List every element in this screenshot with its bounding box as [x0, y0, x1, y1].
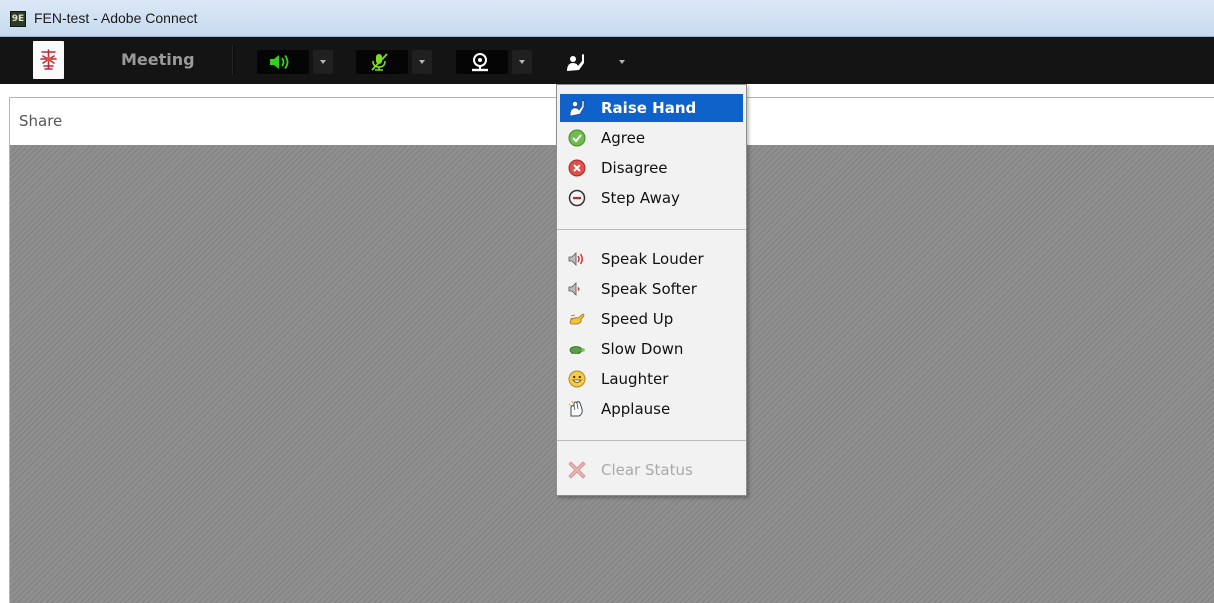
menu-item-label: Speak Softer	[601, 280, 697, 298]
menu-item-slow-down[interactable]: Slow Down	[560, 335, 743, 363]
raise-hand-icon	[567, 54, 584, 71]
rabbit-icon	[569, 313, 585, 325]
menu-item-speak-softer[interactable]: Speak Softer	[560, 275, 743, 303]
camera-button[interactable]	[456, 50, 508, 74]
microphone-muted-icon	[371, 53, 388, 71]
menu-item-label: Laughter	[601, 370, 669, 388]
menu-item-applause[interactable]: Applause	[560, 395, 743, 423]
turtle-icon	[569, 346, 585, 354]
microphone-button[interactable]	[356, 50, 408, 74]
menu-item-label: Speed Up	[601, 310, 674, 328]
menu-item-label: Raise Hand	[601, 99, 697, 117]
organization-logo	[33, 41, 64, 79]
menu-item-raise-hand[interactable]: Raise Hand	[560, 94, 743, 122]
menu-item-label: Clear Status	[601, 461, 693, 479]
speaker-control	[257, 50, 333, 74]
camera-dropdown-arrow[interactable]	[512, 50, 532, 74]
menu-item-agree[interactable]: Agree	[560, 124, 743, 152]
menu-item-label: Step Away	[601, 189, 680, 207]
status-button[interactable]	[556, 50, 608, 74]
menu-item-label: Disagree	[601, 159, 668, 177]
minus-circle-icon	[568, 189, 586, 207]
menu-item-disagree[interactable]: Disagree	[560, 154, 743, 182]
clear-x-icon	[568, 461, 586, 479]
menu-item-laughter[interactable]: Laughter	[560, 365, 743, 393]
smiley-icon	[568, 370, 586, 388]
speaker-soft-icon	[568, 282, 580, 296]
menu-separator	[557, 229, 746, 230]
menu-item-label: Speak Louder	[601, 250, 704, 268]
status-control	[556, 50, 632, 74]
share-pod-title: Share	[19, 112, 63, 130]
speaker-button[interactable]	[257, 50, 309, 74]
speaker-icon	[270, 54, 289, 70]
status-menu: Raise Hand Agree Disagree Step Away Spea…	[556, 84, 747, 496]
meeting-menu[interactable]: Meeting	[121, 50, 195, 69]
menu-item-speed-up[interactable]: Speed Up	[560, 305, 743, 333]
microphone-control	[356, 50, 432, 74]
window-title: FEN-test - Adobe Connect	[34, 10, 198, 26]
app-toolbar: Meeting	[0, 37, 1214, 84]
menu-item-speak-louder[interactable]: Speak Louder	[560, 245, 743, 273]
speaker-loud-icon	[568, 252, 583, 266]
menu-item-clear-status[interactable]: Clear Status	[560, 456, 743, 484]
check-circle-icon	[568, 129, 586, 147]
raise-hand-icon	[569, 100, 585, 117]
clapping-hands-icon	[568, 400, 583, 417]
menu-item-label: Applause	[601, 400, 671, 418]
window-titlebar: 9E FEN-test - Adobe Connect	[0, 0, 1214, 37]
adobe-connect-app-icon: 9E	[10, 11, 26, 27]
speaker-dropdown-arrow[interactable]	[313, 50, 333, 74]
camera-control	[456, 50, 532, 74]
status-dropdown-arrow[interactable]	[612, 50, 632, 74]
webcam-icon	[472, 53, 488, 72]
menu-item-step-away[interactable]: Step Away	[560, 184, 743, 212]
menu-separator	[557, 440, 746, 441]
x-circle-icon	[568, 159, 586, 177]
menu-item-label: Agree	[601, 129, 646, 147]
menu-item-label: Slow Down	[601, 340, 684, 358]
microphone-dropdown-arrow[interactable]	[412, 50, 432, 74]
toolbar-divider	[232, 45, 234, 75]
